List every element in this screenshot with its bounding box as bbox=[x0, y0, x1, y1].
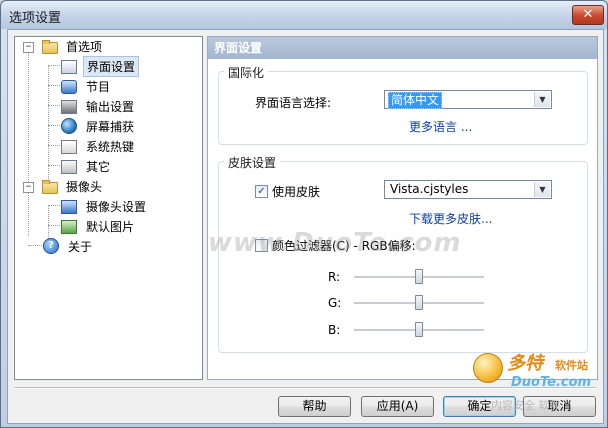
tree-line bbox=[48, 225, 60, 226]
hotkey-icon bbox=[61, 140, 77, 154]
collapse-toggle-camera[interactable]: − bbox=[23, 182, 34, 193]
other-icon bbox=[61, 160, 77, 174]
folder-icon bbox=[41, 38, 58, 54]
logo-slogan-text: 内容安全 软件 bbox=[491, 399, 561, 412]
tree-line bbox=[28, 51, 29, 236]
skin-legend: 皮肤设置 bbox=[224, 154, 281, 171]
logo-cn-text: 多特 bbox=[507, 353, 543, 374]
blue-offset-slider[interactable] bbox=[415, 322, 423, 337]
tree-line bbox=[48, 165, 60, 166]
default-image-icon bbox=[61, 220, 77, 234]
slider-label-b: B: bbox=[328, 323, 341, 337]
tree-item-label: 节目 bbox=[86, 79, 111, 94]
tree-line bbox=[48, 105, 60, 106]
use-skin-label[interactable]: 使用皮肤 bbox=[272, 183, 320, 200]
collapse-toggle-preferences[interactable]: − bbox=[23, 42, 34, 53]
options-dialog: 选项设置 ✕ − 首选项 界面设置 节目 输出设置 屏幕捕获 系统热键 其它 −… bbox=[0, 0, 608, 428]
tree-item-system-hotkeys[interactable]: 系统热键 bbox=[61, 137, 137, 155]
green-offset-slider[interactable] bbox=[415, 295, 423, 310]
tree-item-screen-capture[interactable]: 屏幕捕获 bbox=[61, 117, 137, 135]
title-bar[interactable]: 选项设置 ✕ bbox=[1, 1, 607, 29]
folder-icon bbox=[41, 178, 58, 194]
tree-item-output-settings[interactable]: 输出设置 bbox=[61, 97, 137, 115]
program-icon bbox=[61, 80, 77, 94]
more-languages-link[interactable]: 更多语言 ... bbox=[409, 118, 472, 135]
tree-line bbox=[48, 85, 60, 86]
tree-item-label: 默认图片 bbox=[86, 219, 135, 234]
apply-button[interactable]: 应用(A) bbox=[361, 396, 434, 417]
close-button[interactable]: ✕ bbox=[572, 5, 604, 25]
download-skins-link[interactable]: 下载更多皮肤... bbox=[409, 210, 492, 227]
options-tree[interactable]: − 首选项 界面设置 节目 输出设置 屏幕捕获 系统热键 其它 − 摄像头 摄像… bbox=[14, 36, 203, 380]
tree-item-label: 输出设置 bbox=[86, 99, 135, 114]
tree-line bbox=[48, 65, 49, 179]
tree-item-program[interactable]: 节目 bbox=[61, 77, 113, 95]
tree-item-label: 系统热键 bbox=[86, 139, 135, 154]
tree-item-label: 摄像头 bbox=[66, 179, 103, 194]
tree-line bbox=[48, 205, 60, 206]
slider-label-g: G: bbox=[328, 296, 342, 310]
chevron-down-icon[interactable]: ▼ bbox=[534, 92, 550, 107]
tree-item-other[interactable]: 其它 bbox=[61, 157, 113, 175]
language-value: 简体中文 bbox=[388, 92, 443, 109]
output-settings-icon bbox=[61, 100, 77, 114]
logo-sub-text: 软件站 bbox=[555, 359, 588, 372]
skin-select[interactable]: Vista.cjstyles ▼ bbox=[384, 180, 552, 199]
chevron-down-icon[interactable]: ▼ bbox=[534, 182, 550, 197]
settings-panel: 界面设置 国际化 界面语言选择: 简体中文 ▼ 更多语言 ... 皮肤设置 ✓ … bbox=[207, 36, 598, 380]
tree-line bbox=[48, 205, 49, 239]
tree-item-label: 屏幕捕获 bbox=[86, 119, 135, 134]
help-icon: ? bbox=[43, 238, 59, 254]
camera-settings-icon bbox=[61, 200, 77, 214]
help-button[interactable]: 帮助 bbox=[278, 396, 351, 417]
panel-header: 界面设置 bbox=[208, 37, 597, 59]
tree-item-preferences[interactable]: 首选项 bbox=[41, 37, 105, 55]
tree-line bbox=[48, 145, 60, 146]
tree-item-camera[interactable]: 摄像头 bbox=[41, 177, 105, 195]
tree-item-label: 其它 bbox=[86, 159, 111, 174]
use-skin-checkbox[interactable]: ✓ bbox=[255, 185, 268, 198]
watermark-text: www.DuoTe.com bbox=[208, 228, 462, 258]
window-title: 选项设置 bbox=[9, 11, 62, 26]
tree-line bbox=[48, 125, 60, 126]
language-select[interactable]: 简体中文 ▼ bbox=[384, 90, 552, 109]
tree-item-label: 首选项 bbox=[66, 39, 103, 54]
localization-legend: 国际化 bbox=[224, 64, 269, 81]
tree-item-camera-settings[interactable]: 摄像头设置 bbox=[61, 197, 149, 215]
tree-item-default-image[interactable]: 默认图片 bbox=[61, 217, 137, 235]
button-divider bbox=[14, 387, 596, 389]
language-label: 界面语言选择: bbox=[255, 96, 332, 110]
logo-emblem-icon bbox=[473, 353, 503, 383]
tree-item-interface-settings[interactable]: 界面设置 bbox=[61, 55, 140, 77]
slider-label-r: R: bbox=[328, 270, 341, 284]
red-offset-slider[interactable] bbox=[415, 269, 423, 284]
tree-item-about[interactable]: ? 关于 bbox=[43, 237, 95, 255]
tree-item-label: 关于 bbox=[68, 239, 93, 254]
interface-settings-icon bbox=[61, 60, 77, 74]
screen-capture-icon bbox=[61, 118, 77, 134]
tree-line bbox=[28, 245, 42, 246]
tree-item-label: 界面设置 bbox=[83, 55, 140, 77]
tree-line bbox=[48, 65, 60, 66]
logo-en-text: DuoTe.com bbox=[511, 375, 592, 390]
tree-item-label: 摄像头设置 bbox=[86, 199, 147, 214]
skin-value: Vista.cjstyles bbox=[390, 182, 469, 196]
